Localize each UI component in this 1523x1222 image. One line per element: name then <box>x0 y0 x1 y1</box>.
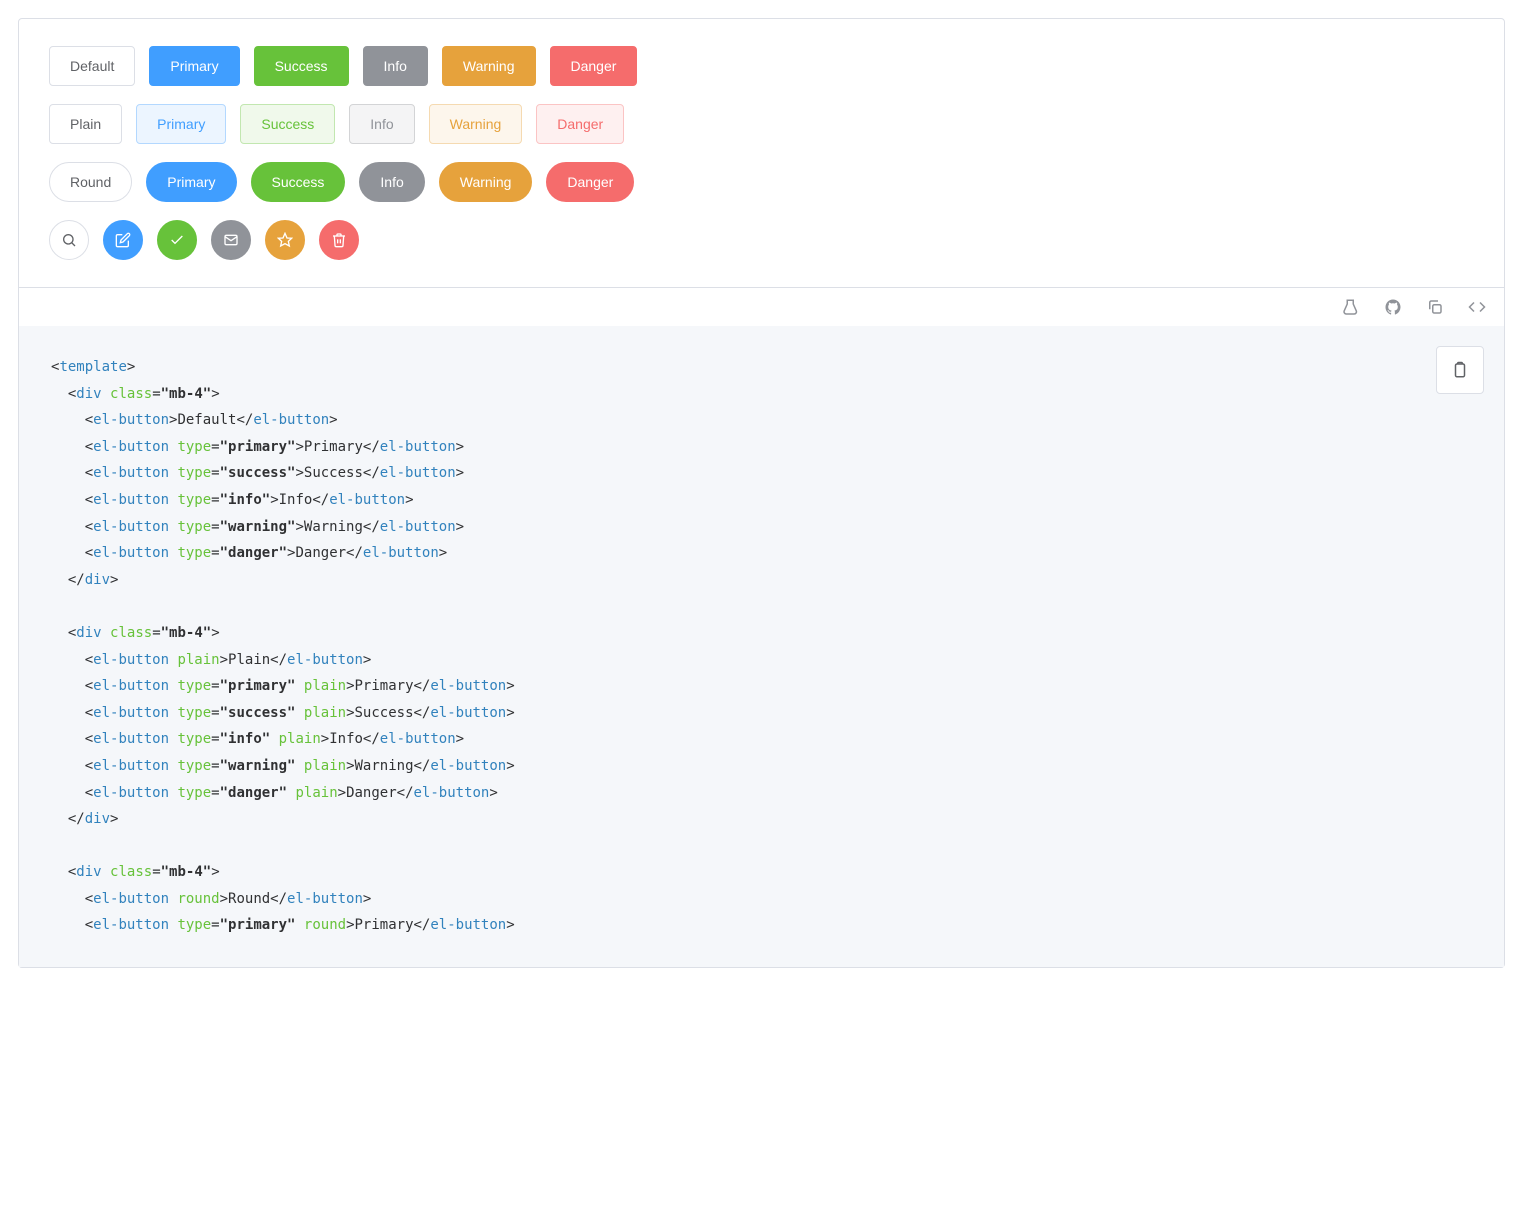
button-label: Info <box>380 175 403 189</box>
plain-button[interactable]: Plain <box>49 104 122 144</box>
star-circle-button[interactable] <box>265 220 305 260</box>
primary-button[interactable]: Primary <box>149 46 239 86</box>
code-toggle-icon[interactable] <box>1468 298 1486 316</box>
plain-danger-button[interactable]: Danger <box>536 104 624 144</box>
plain-primary-button[interactable]: Primary <box>136 104 226 144</box>
button-row-plain: Plain Primary Success Info Warning Dange… <box>49 104 1474 144</box>
success-button[interactable]: Success <box>254 46 349 86</box>
button-label: Info <box>384 59 407 73</box>
round-danger-button[interactable]: Danger <box>546 162 634 202</box>
round-info-button[interactable]: Info <box>359 162 424 202</box>
star-icon <box>277 232 293 248</box>
round-warning-button[interactable]: Warning <box>439 162 533 202</box>
demo-card: Default Primary Success Info Warning Dan… <box>18 18 1505 968</box>
edit-circle-button[interactable] <box>103 220 143 260</box>
button-label: Round <box>70 175 111 189</box>
button-label: Primary <box>170 59 218 73</box>
button-label: Primary <box>157 117 205 131</box>
button-label: Success <box>272 175 325 189</box>
button-label: Danger <box>557 117 603 131</box>
delete-circle-button[interactable] <box>319 220 359 260</box>
button-label: Warning <box>450 117 502 131</box>
plain-info-button[interactable]: Info <box>349 104 414 144</box>
button-label: Danger <box>567 175 613 189</box>
button-label: Plain <box>70 117 101 131</box>
round-success-button[interactable]: Success <box>251 162 346 202</box>
delete-icon <box>331 232 347 248</box>
info-button[interactable]: Info <box>363 46 428 86</box>
button-row-icons <box>49 220 1474 260</box>
default-button[interactable]: Default <box>49 46 135 86</box>
playground-icon[interactable] <box>1342 298 1360 316</box>
button-label: Default <box>70 59 114 73</box>
search-icon <box>61 232 77 248</box>
github-icon[interactable] <box>1384 298 1402 316</box>
warning-button[interactable]: Warning <box>442 46 536 86</box>
button-label: Warning <box>460 175 512 189</box>
check-circle-button[interactable] <box>157 220 197 260</box>
mail-circle-button[interactable] <box>211 220 251 260</box>
plain-warning-button[interactable]: Warning <box>429 104 523 144</box>
code-content: <template> <div class="mb-4"> <el-button… <box>51 354 1472 939</box>
button-label: Info <box>370 117 393 131</box>
demo-toolbar <box>19 287 1504 326</box>
button-label: Success <box>261 117 314 131</box>
search-circle-button[interactable] <box>49 220 89 260</box>
danger-button[interactable]: Danger <box>550 46 638 86</box>
clipboard-icon <box>1451 361 1469 379</box>
button-label: Danger <box>571 59 617 73</box>
round-button[interactable]: Round <box>49 162 132 202</box>
button-label: Primary <box>167 175 215 189</box>
copy-icon[interactable] <box>1426 298 1444 316</box>
edit-icon <box>115 232 131 248</box>
code-block: <template> <div class="mb-4"> <el-button… <box>19 326 1504 967</box>
round-primary-button[interactable]: Primary <box>146 162 236 202</box>
button-row-round: Round Primary Success Info Warning Dange… <box>49 162 1474 202</box>
plain-success-button[interactable]: Success <box>240 104 335 144</box>
copy-code-button[interactable] <box>1436 346 1484 394</box>
button-label: Success <box>275 59 328 73</box>
mail-icon <box>223 232 239 248</box>
demo-preview: Default Primary Success Info Warning Dan… <box>19 19 1504 287</box>
check-icon <box>169 232 185 248</box>
button-row-solid: Default Primary Success Info Warning Dan… <box>49 46 1474 86</box>
button-label: Warning <box>463 59 515 73</box>
